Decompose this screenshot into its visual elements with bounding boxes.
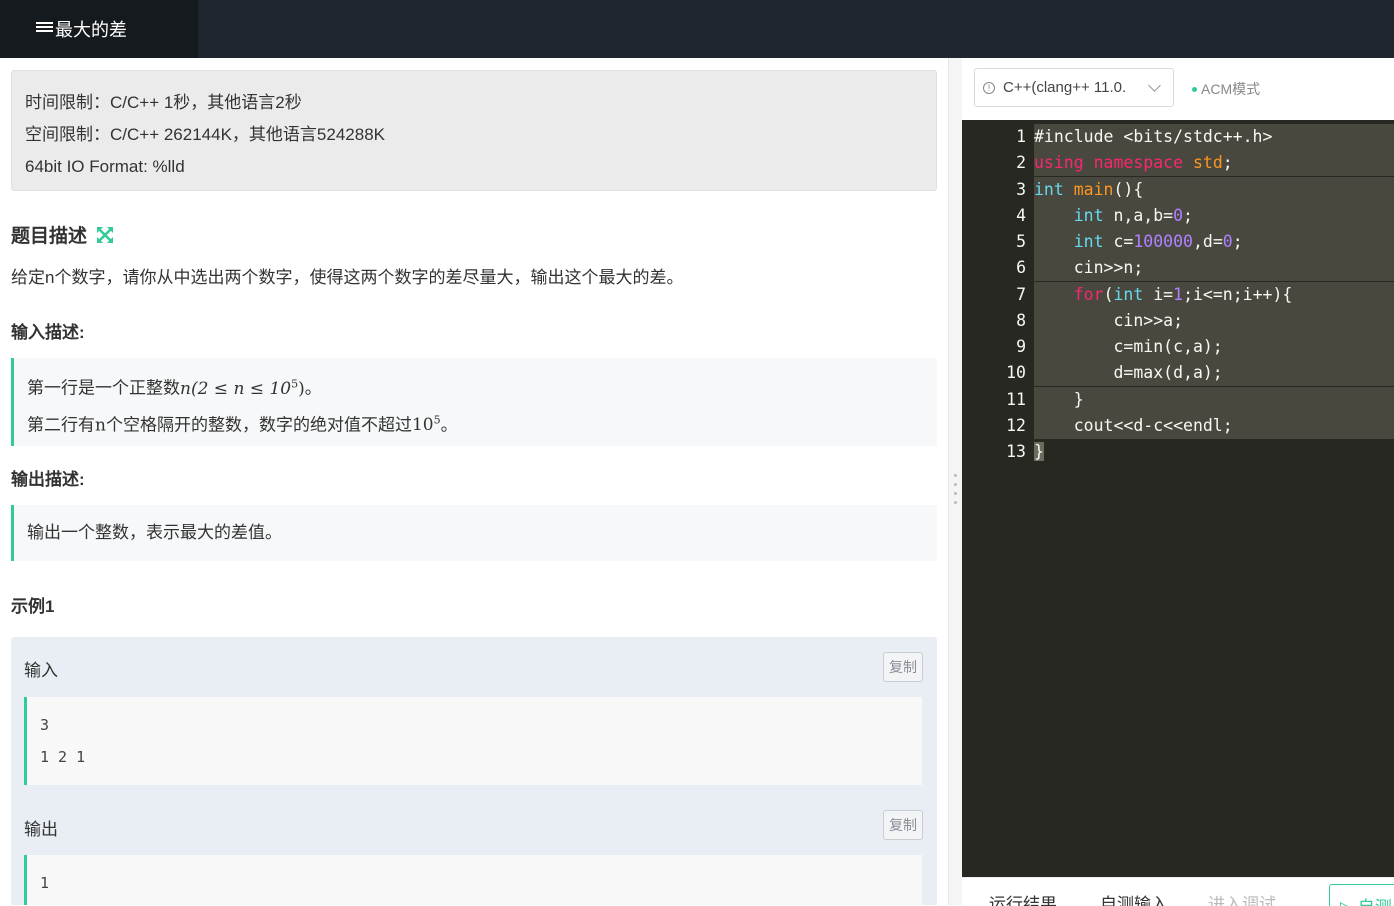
tab-run-result[interactable]: 运行结果 (989, 890, 1057, 906)
problem-tab-title: 最大的差 (55, 20, 127, 40)
problem-tab[interactable]: 最大的差 (0, 0, 198, 58)
editor-pane: ! C++(clang++ 11.0. ACM模式 1 #include <bit… (962, 58, 1394, 906)
example-output-label: 输出 (24, 820, 58, 839)
list-icon (36, 21, 53, 35)
chevron-down-icon (1148, 79, 1161, 92)
code-line: 11 } (962, 387, 1394, 413)
code-line: 12 cout<<d-c<<endl; (962, 413, 1394, 439)
code-editor[interactable]: 1 #include <bits/stdc++.h> 2 using namespa… (962, 120, 1394, 877)
limits-box: 时间限制：C/C++ 1秒，其他语言2秒 空间限制：C/C++ 262144K，… (11, 70, 937, 191)
status-dot-icon (1192, 87, 1197, 92)
input-desc-line2: 第二行有n个空格隔开的整数，数字的绝对值不超过105。 (27, 413, 458, 436)
space-limit: 空间限制：C/C++ 262144K，其他语言524288K (25, 125, 385, 144)
mode-indicator[interactable]: ACM模式 (1192, 79, 1260, 99)
code-line: 7 for(int i=1;i<=n;i++){ (962, 282, 1394, 308)
description-title: 题目描述 (11, 226, 88, 247)
code-line: 5 int c=100000,d=0; (962, 229, 1394, 255)
code-line: 3 int main(){ (962, 177, 1394, 203)
input-desc-line1: 第一行是一个正整数n(2 ≤ n ≤ 105)。 (27, 377, 322, 399)
code-line: 2 using namespace std; (962, 150, 1394, 176)
code-line: 10 d=max(d,a); (962, 360, 1394, 386)
result-tabs: 运行结果 自测输入 进入调试 ▷ 自测 (962, 877, 1394, 906)
description-text: 给定n个数字，请你从中选出两个数字，使得这两个数字的差尽量大，输出这个最大的差。 (11, 268, 684, 287)
time-limit: 时间限制：C/C++ 1秒，其他语言2秒 (25, 93, 302, 112)
language-select[interactable]: ! C++(clang++ 11.0. (974, 68, 1174, 107)
language-value: C++(clang++ 11.0. (1003, 79, 1127, 96)
self-test-button[interactable]: ▷ 自测 (1329, 884, 1394, 906)
tab-debug[interactable]: 进入调试 (1208, 890, 1276, 906)
code-line: 6 cin>>n; (962, 255, 1394, 281)
input-desc-box: 第一行是一个正整数n(2 ≤ n ≤ 105)。 第二行有n个空格隔开的整数，数… (11, 358, 937, 446)
example-output-box: 1 (24, 855, 922, 905)
top-bar: 最大的差 (0, 0, 1394, 58)
input-desc-title: 输入描述: (11, 323, 85, 342)
pane-resizer[interactable] (948, 58, 963, 905)
code-line: 4 int n,a,b=0; (962, 203, 1394, 229)
code-line: 8 cin>>a; (962, 308, 1394, 334)
output-desc-title: 输出描述: (11, 470, 85, 489)
output-desc-text: 输出一个整数，表示最大的差值。 (27, 523, 282, 542)
copy-output-button[interactable]: 复制 (883, 810, 923, 840)
code-line: 9 c=min(c,a); (962, 334, 1394, 360)
copy-input-button[interactable]: 复制 (883, 652, 923, 682)
example-input-box: 3 1 2 1 (24, 697, 922, 785)
example-input-line: 1 2 1 (40, 748, 86, 766)
example-input-label: 输入 (24, 661, 58, 680)
expand-icon[interactable] (96, 226, 114, 244)
code-line: 1 #include <bits/stdc++.h> (962, 124, 1394, 150)
example-output-line: 1 (40, 874, 50, 892)
output-desc-box: 输出一个整数，表示最大的差值。 (11, 505, 937, 561)
example-panel: 输入 复制 3 1 2 1 输出 复制 1 (11, 637, 937, 905)
resize-handle-icon (954, 474, 957, 510)
example-title: 示例1 (11, 597, 55, 616)
io-format: 64bit IO Format: %lld (25, 157, 185, 176)
description-heading: 题目描述 (11, 221, 114, 248)
code-line: 13} (1006, 442, 1044, 461)
tab-self-input[interactable]: 自测输入 (1100, 890, 1168, 906)
problem-pane: 时间限制：C/C++ 1秒，其他语言2秒 空间限制：C/C++ 262144K，… (0, 58, 948, 905)
mode-label: ACM模式 (1201, 81, 1261, 97)
example-input-line: 3 (40, 716, 50, 734)
info-icon: ! (983, 81, 995, 94)
